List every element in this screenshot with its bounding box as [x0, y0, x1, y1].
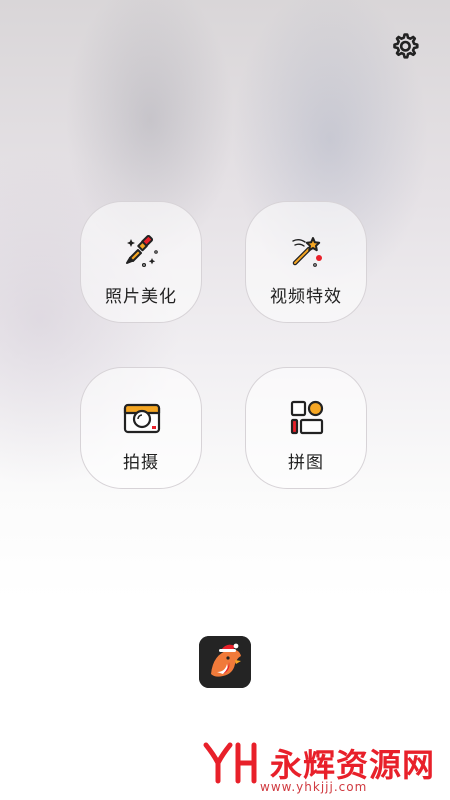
tile-label: 拍摄: [123, 453, 159, 473]
tile-label: 照片美化: [105, 287, 177, 307]
tile-video-effects[interactable]: 视频特效: [245, 201, 367, 323]
tile-label: 视频特效: [270, 287, 342, 307]
collage-icon: [290, 400, 324, 435]
tile-label: 拼图: [288, 453, 324, 473]
settings-button[interactable]: [389, 30, 421, 62]
gear-icon: [393, 33, 419, 59]
watermark-url: www.yhkjjj.com: [260, 780, 368, 794]
tile-collage[interactable]: 拼图: [245, 367, 367, 489]
magic-wand-icon: [292, 237, 322, 267]
santa-bird-app-icon: [199, 636, 251, 688]
app-logo: [199, 636, 251, 688]
camera-icon: [123, 403, 161, 434]
tile-photo-beautify[interactable]: 照片美化: [80, 201, 202, 323]
tile-capture[interactable]: 拍摄: [80, 367, 202, 489]
magic-brush-icon: [126, 234, 158, 268]
watermark-logo-icon: [203, 742, 257, 784]
